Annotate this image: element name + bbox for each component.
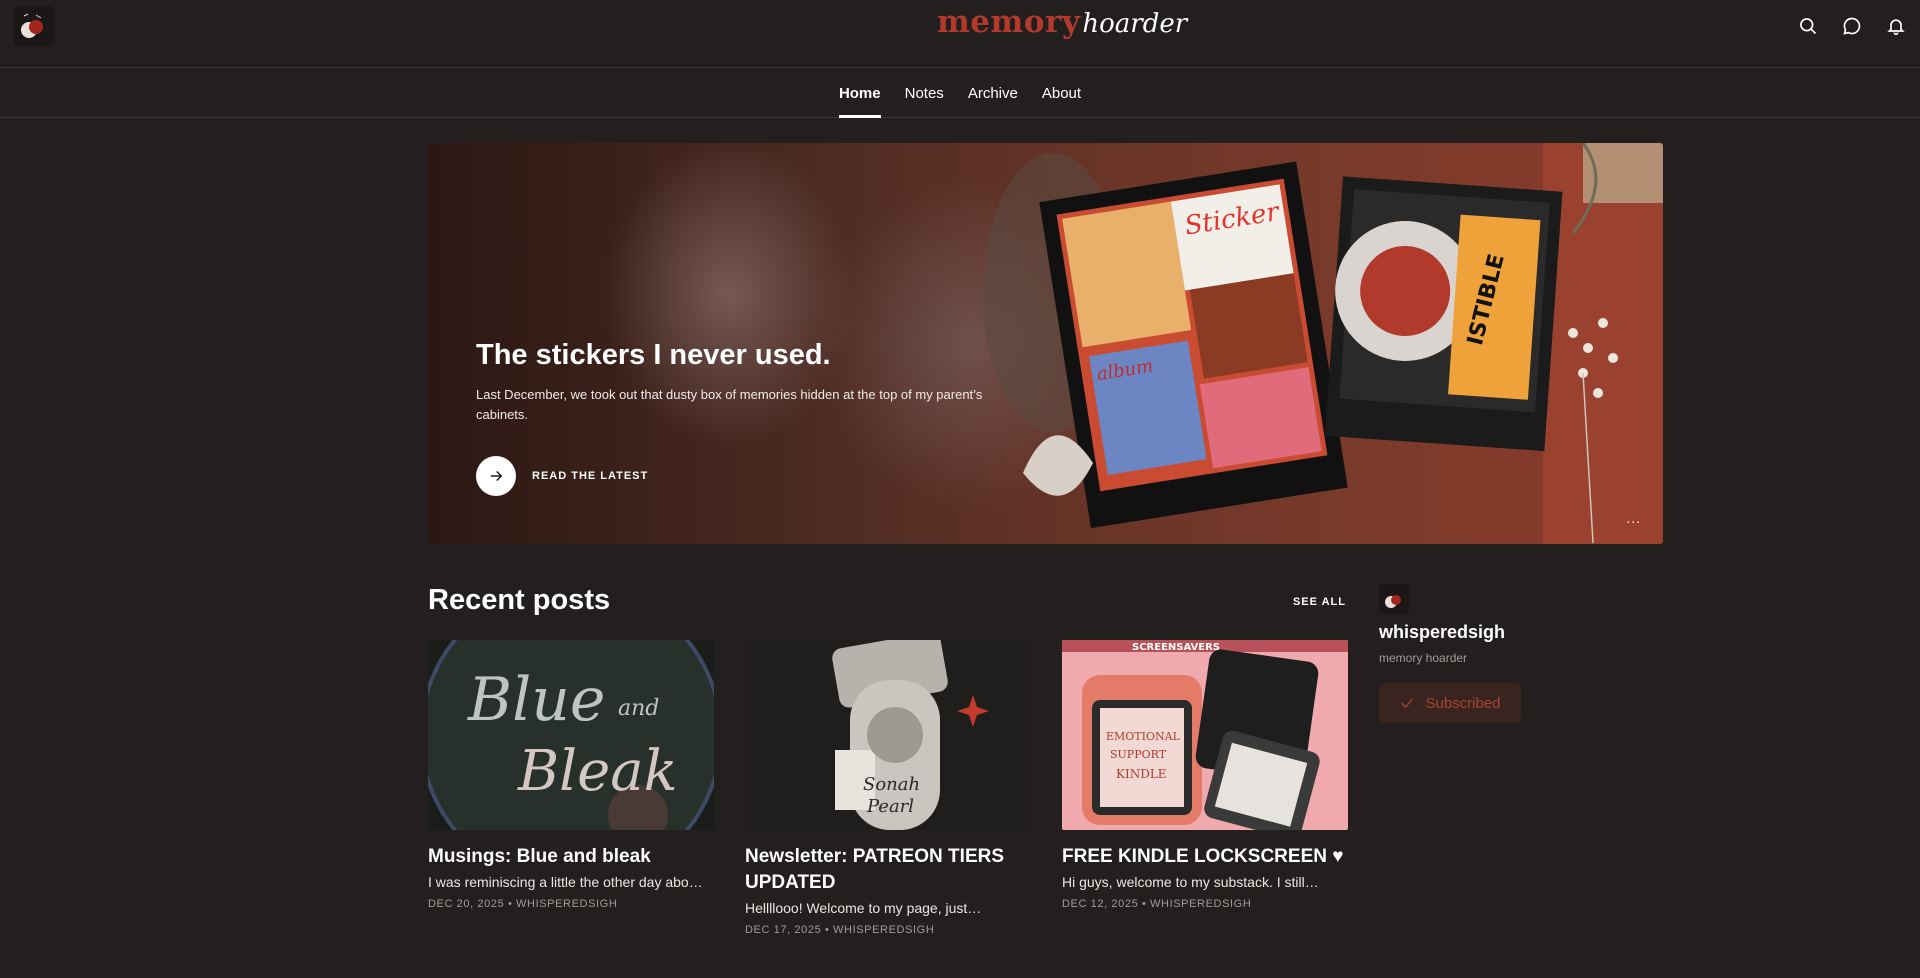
avatar[interactable]: [1379, 584, 1409, 614]
post-subtitle: Hellllooo! Welcome to my page, just…: [745, 900, 982, 916]
post-title[interactable]: Newsletter: PATREON TIERS UPDATED: [745, 844, 1031, 896]
hero-subtitle: Last December, we took out that dusty bo…: [476, 386, 983, 422]
more-options-icon[interactable]: ...: [1626, 510, 1641, 526]
thumb-text-and: and: [618, 696, 659, 721]
see-all-link[interactable]: SEE ALL: [1293, 596, 1346, 608]
publication-nav: Home Notes Archive About: [0, 68, 1920, 118]
publication-logo[interactable]: [14, 6, 54, 46]
tab-about[interactable]: About: [1042, 68, 1081, 118]
recent-posts-title: Recent posts: [428, 584, 611, 616]
tab-home[interactable]: Home: [838, 68, 881, 118]
thumb-text-support: SUPPORT: [1110, 748, 1167, 761]
post-card[interactable]: Blue and Bleak Musings: Blue and bleak I…: [428, 640, 714, 910]
hero-text-block: The stickers I never used. Last December…: [476, 338, 996, 425]
post-title[interactable]: FREE KINDLE LOCKSCREEN ♥: [1062, 844, 1348, 870]
subscribed-label: Subscribed: [1425, 694, 1501, 712]
tab-archive[interactable]: Archive: [968, 68, 1018, 118]
publication-wordmark[interactable]: memory hoarder: [937, 4, 1187, 46]
thumb-text-blue: Blue: [467, 665, 605, 735]
post-meta: DEC 12, 2025 • WHISPEREDSIGH: [1062, 898, 1252, 910]
arrow-right-icon[interactable]: [476, 456, 516, 496]
checkmark-icon: [1401, 698, 1414, 708]
bell-icon[interactable]: [1884, 14, 1908, 38]
post-subtitle: Hi guys, welcome to my substack. I still…: [1062, 874, 1319, 890]
header-actions: [1796, 14, 1908, 38]
post-card[interactable]: Sonah Pearl Newsletter: PATREON TIERS UP…: [745, 640, 1031, 936]
wordmark-hoarder: hoarder: [1082, 9, 1188, 39]
post-thumbnail[interactable]: SCREENSAVERS EMOTIONAL SUPPORT KINDLE: [1062, 640, 1348, 830]
top-bar: memory hoarder: [0, 0, 1920, 68]
thumb-text-sonah: Sonah: [863, 774, 920, 795]
post-meta: DEC 20, 2025 • WHISPEREDSIGH: [428, 898, 618, 910]
hero-title[interactable]: The stickers I never used.: [476, 338, 996, 373]
thumb-text-emotional: EMOTIONAL: [1106, 730, 1181, 743]
post-thumbnail[interactable]: Sonah Pearl: [745, 640, 1031, 830]
search-icon[interactable]: [1796, 14, 1820, 38]
read-latest-button[interactable]: READ THE LATEST: [476, 456, 648, 496]
thumb-text-kindle: KINDLE: [1116, 767, 1167, 781]
recent-posts-header: Recent posts SEE ALL: [428, 584, 1346, 624]
hero-collage-image: Sticker album ISTIBLE: [983, 143, 1663, 544]
thumb-text-screensavers: SCREENSAVERS: [1132, 642, 1220, 653]
post-meta: DEC 17, 2025 • WHISPEREDSIGH: [745, 924, 935, 936]
post-title[interactable]: Musings: Blue and bleak: [428, 844, 714, 870]
thumb-text-bleak: Bleak: [517, 739, 678, 804]
author-profile: whisperedsigh memory hoarder Subscribed: [1379, 584, 1579, 723]
thumb-text-pearl: Pearl: [866, 796, 914, 817]
hero-featured-post[interactable]: Sticker album ISTIBLE The stickers I nev…: [428, 143, 1663, 544]
post-subtitle: I was reminiscing a little the other day…: [428, 874, 703, 890]
chat-icon[interactable]: [1840, 14, 1864, 38]
subscribed-button[interactable]: Subscribed: [1379, 683, 1521, 723]
post-card[interactable]: SCREENSAVERS EMOTIONAL SUPPORT KINDLE FR…: [1062, 640, 1348, 910]
tab-notes[interactable]: Notes: [905, 68, 944, 118]
author-name[interactable]: whisperedsigh: [1379, 622, 1579, 643]
post-thumbnail[interactable]: Blue and Bleak: [428, 640, 714, 830]
author-tagline: memory hoarder: [1379, 651, 1468, 665]
wordmark-memory: memory: [937, 4, 1081, 40]
read-latest-label[interactable]: READ THE LATEST: [532, 470, 648, 482]
